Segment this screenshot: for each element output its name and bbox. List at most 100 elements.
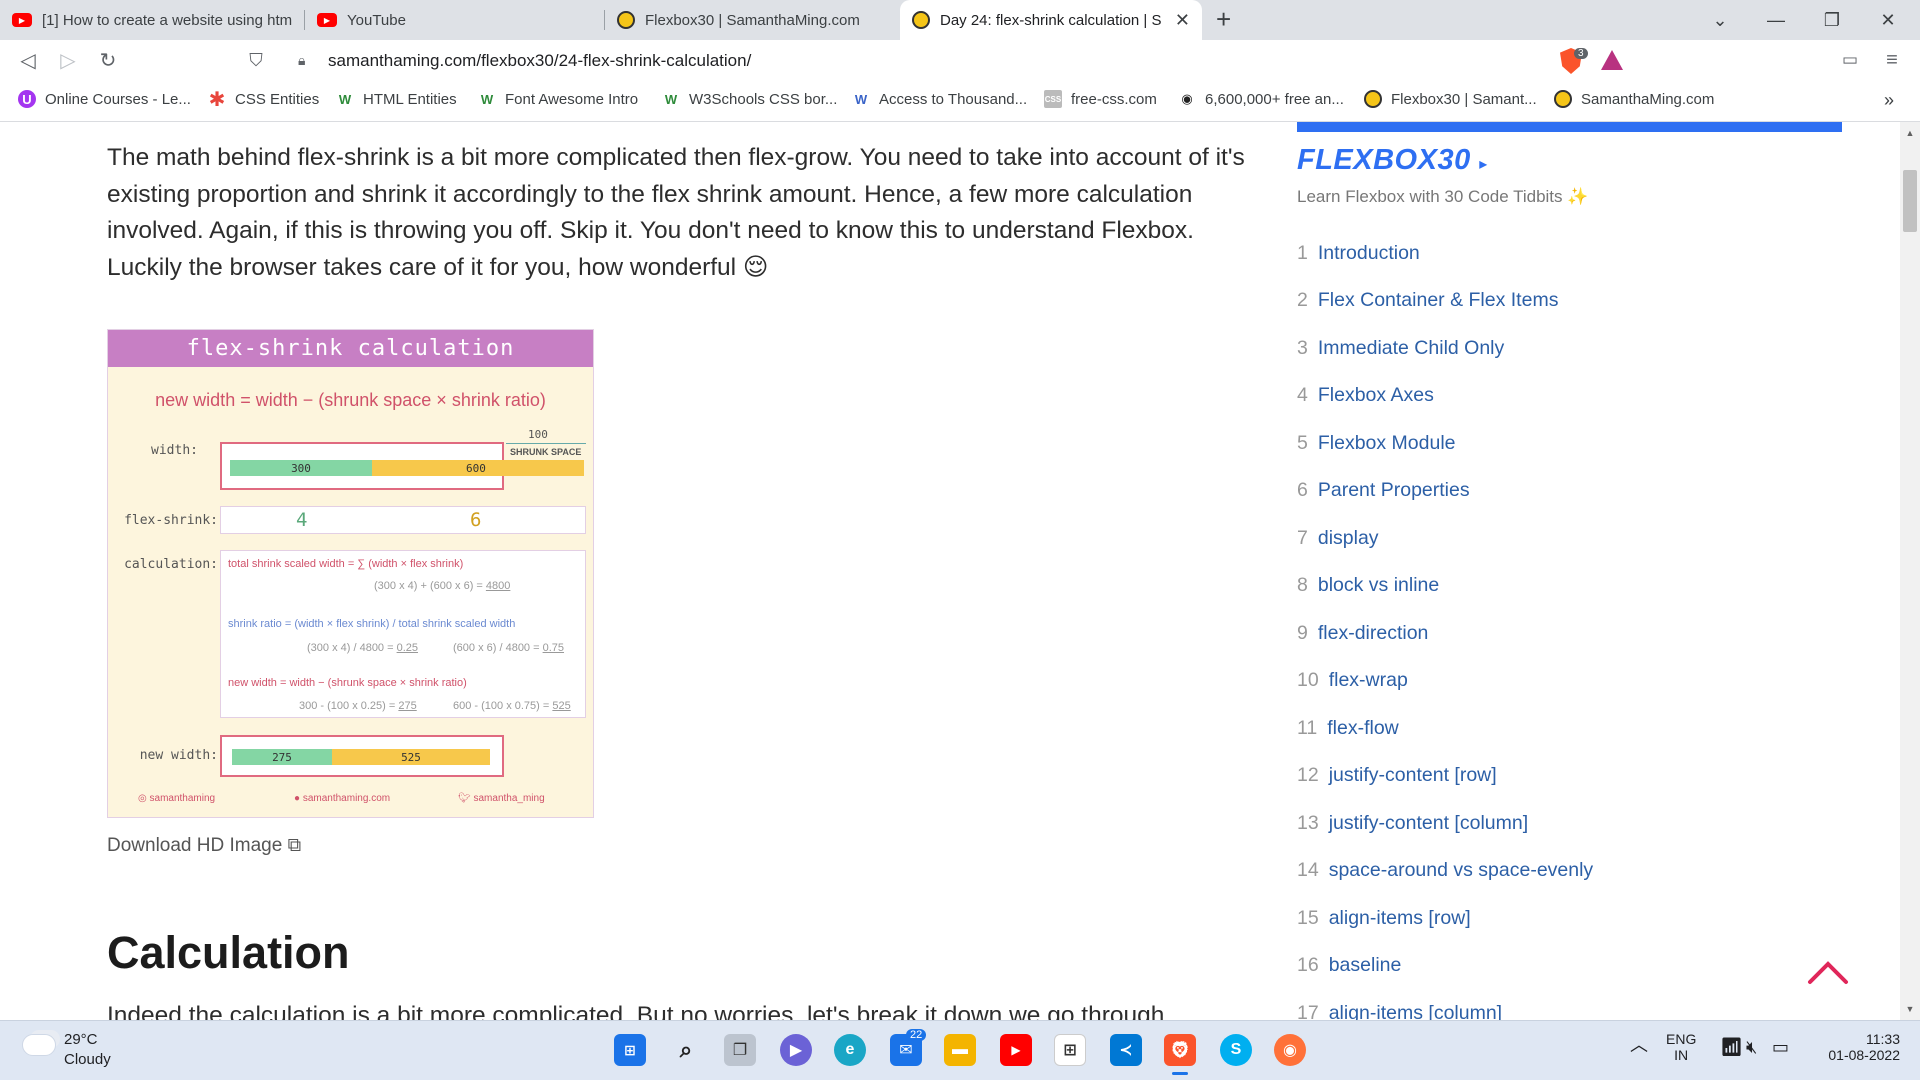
- speaker-muted-icon[interactable]: 🔇︎: [1746, 1037, 1757, 1058]
- external-link-icon: ⧉: [287, 835, 302, 856]
- close-window-button[interactable]: ✕: [1860, 0, 1916, 40]
- tab-youtube[interactable]: ▶ YouTube: [305, 0, 605, 40]
- restore-button[interactable]: ❐: [1804, 0, 1860, 40]
- footer-twitter: 🐦︎ samantha_ming: [458, 793, 545, 804]
- download-hd-link[interactable]: Download HD Image ⧉: [107, 835, 301, 857]
- sidebar-item-parent-properties[interactable]: 6 Parent Properties: [1297, 479, 1470, 502]
- scroll-down-arrow[interactable]: ▼: [1903, 1002, 1917, 1016]
- new-bar-275: 275: [232, 749, 332, 765]
- bookmark-item[interactable]: W HTML Entities: [336, 90, 457, 108]
- tab-flexbox30[interactable]: Flexbox30 | SamanthaMing.com: [605, 0, 900, 40]
- reload-button[interactable]: ↻: [96, 48, 120, 72]
- bookmark-item[interactable]: W Access to Thousand...: [852, 90, 1027, 108]
- language-indicator[interactable]: ENG IN: [1666, 1031, 1696, 1063]
- sidebar-item-flexbox-axes[interactable]: 4 Flexbox Axes: [1297, 384, 1434, 407]
- brave-icon[interactable]: 🦁︎: [1164, 1034, 1196, 1066]
- skype-icon[interactable]: S: [1220, 1034, 1252, 1066]
- teams-chat-icon[interactable]: ▶: [780, 1034, 812, 1066]
- wallet-icon[interactable]: ▭: [1838, 48, 1862, 72]
- udemy-icon: U: [18, 90, 36, 108]
- sidebar-item-flex-direction[interactable]: 9 flex-direction: [1297, 622, 1428, 645]
- calc-line-6a: 300 - (100 x 0.25) = 275: [299, 700, 417, 712]
- shield-count-badge: 3: [1574, 48, 1588, 59]
- firefox-icon[interactable]: ◉: [1274, 1034, 1306, 1066]
- sidebar-item-flexbox-module[interactable]: 5 Flexbox Module: [1297, 432, 1456, 455]
- back-button[interactable]: ◁: [16, 48, 40, 72]
- search-icon[interactable]: ⌕: [670, 1034, 702, 1066]
- forward-button[interactable]: ▷: [56, 48, 80, 72]
- calc-line-1: total shrink scaled width = ∑ (width × f…: [228, 558, 464, 570]
- tab-day24[interactable]: Day 24: flex-shrink calculation | S ✕: [900, 0, 1202, 40]
- bookmark-item[interactable]: CSS free-css.com: [1044, 90, 1157, 108]
- youtube-icon[interactable]: ▶: [1000, 1034, 1032, 1066]
- menu-icon[interactable]: ≡: [1880, 48, 1904, 72]
- w3-icon: W: [480, 91, 494, 107]
- calc-line-2: (300 x 4) + (600 x 6) = 4800: [374, 580, 511, 592]
- task-view-icon[interactable]: ❐: [724, 1034, 756, 1066]
- chevron-up-icon[interactable]: ︿: [1630, 1031, 1648, 1057]
- brave-rewards-icon[interactable]: [1601, 50, 1623, 70]
- vscode-icon[interactable]: ≺: [1110, 1034, 1142, 1066]
- sidebar-item-flex-wrap[interactable]: 10 flex-wrap: [1297, 669, 1408, 692]
- minimize-button[interactable]: —: [1748, 0, 1804, 40]
- sidebar-item-baseline[interactable]: 16 baseline: [1297, 954, 1401, 977]
- new-tab-button[interactable]: +: [1216, 4, 1231, 35]
- flex-shrink-a: 4: [296, 509, 308, 531]
- bookmark-item[interactable]: ◉ 6,600,000+ free an...: [1178, 90, 1344, 108]
- clock[interactable]: 11:33 01-08-2022: [1818, 1031, 1900, 1063]
- sidebar-item-justify-content-column[interactable]: 13 justify-content [column]: [1297, 812, 1528, 835]
- samantha-icon: ●: [294, 793, 303, 804]
- address-bar[interactable]: 🔒︎ samanthaming.com/flexbox30/24-flex-sh…: [280, 45, 1620, 77]
- infographic-formula: new width = width − (shrunk space × shri…: [155, 390, 546, 410]
- page-scrollbar[interactable]: [1900, 122, 1920, 1020]
- bookmark-item[interactable]: Flexbox30 | Samant...: [1364, 90, 1537, 108]
- scroll-to-top-button[interactable]: [1807, 954, 1849, 996]
- chevron-up-icon: [1808, 961, 1848, 984]
- sidebar-item-justify-content-row[interactable]: 12 justify-content [row]: [1297, 764, 1497, 787]
- sidebar-subtitle: Learn Flexbox with 30 Code Tidbits ✨: [1297, 187, 1589, 206]
- windows-start-icon[interactable]: ⊞: [614, 1034, 646, 1066]
- close-icon[interactable]: ✕: [1175, 10, 1190, 31]
- bookmark-icon[interactable]: ⛉: [244, 48, 268, 72]
- sidebar-item-space-around[interactable]: 14 space-around vs space-evenly: [1297, 859, 1593, 882]
- css-icon: CSS: [1044, 90, 1062, 108]
- sidebar-title-link[interactable]: FLEXBOX30 ▸: [1297, 144, 1488, 177]
- sidebar-item-block-vs-inline[interactable]: 8 block vs inline: [1297, 574, 1439, 597]
- footer-site: ● samanthaming.com: [294, 793, 391, 804]
- youtube-icon: ▶: [317, 13, 337, 27]
- bookmark-item[interactable]: ✱ CSS Entities: [208, 88, 320, 111]
- scroll-up-arrow[interactable]: ▲: [1903, 126, 1917, 140]
- calculation-label: calculation:: [124, 557, 218, 572]
- bookmark-item[interactable]: W Font Awesome Intro: [478, 90, 638, 108]
- tab-search-icon[interactable]: ⌄: [1692, 0, 1748, 40]
- more-bookmarks-icon[interactable]: »: [1884, 90, 1894, 111]
- caret-right-icon: ▸: [1479, 156, 1488, 173]
- eye-icon: ◉: [1181, 91, 1193, 106]
- url-text: samanthaming.com/flexbox30/24-flex-shrin…: [328, 51, 752, 70]
- twitter-icon: 🐦︎: [458, 793, 474, 804]
- sidebar-item-align-items-row[interactable]: 15 align-items [row]: [1297, 907, 1471, 930]
- sidebar-item-align-items-column[interactable]: 17 align-items [column]: [1297, 1002, 1502, 1020]
- sidebar-item-immediate-child[interactable]: 3 Immediate Child Only: [1297, 337, 1504, 360]
- tab-youtube-tutorial[interactable]: ▶ [1] How to create a website using htm: [0, 0, 305, 40]
- store-icon[interactable]: ⊞: [1054, 1034, 1086, 1066]
- scrollbar-thumb[interactable]: [1903, 170, 1917, 232]
- bookmark-item[interactable]: SamanthaMing.com: [1554, 90, 1714, 108]
- edge-icon[interactable]: e: [834, 1034, 866, 1066]
- sidebar-item-introduction[interactable]: 1 Introduction: [1297, 242, 1420, 265]
- active-app-indicator: [1172, 1072, 1188, 1075]
- bookmark-item[interactable]: W W3Schools CSS bor...: [662, 90, 838, 108]
- cloud-icon[interactable]: [22, 1034, 56, 1056]
- sidebar-item-display[interactable]: 7 display: [1297, 527, 1379, 550]
- sidebar-item-flex-flow[interactable]: 11 flex-flow: [1297, 717, 1399, 740]
- wifi-icon[interactable]: 📶︎: [1720, 1037, 1743, 1058]
- asterisk-icon: ✱: [208, 88, 226, 111]
- samantha-icon: [1554, 90, 1572, 108]
- file-explorer-icon[interactable]: ▬: [944, 1034, 976, 1066]
- battery-icon[interactable]: ▭: [1772, 1037, 1789, 1058]
- sidebar-item-flex-container[interactable]: 2 Flex Container & Flex Items: [1297, 289, 1558, 312]
- tab-title: YouTube: [347, 11, 406, 29]
- bookmark-item[interactable]: U Online Courses - Le...: [18, 90, 191, 108]
- width-label: width:: [151, 443, 198, 458]
- shrunk-space-label: SHRUNK SPACE: [510, 447, 582, 457]
